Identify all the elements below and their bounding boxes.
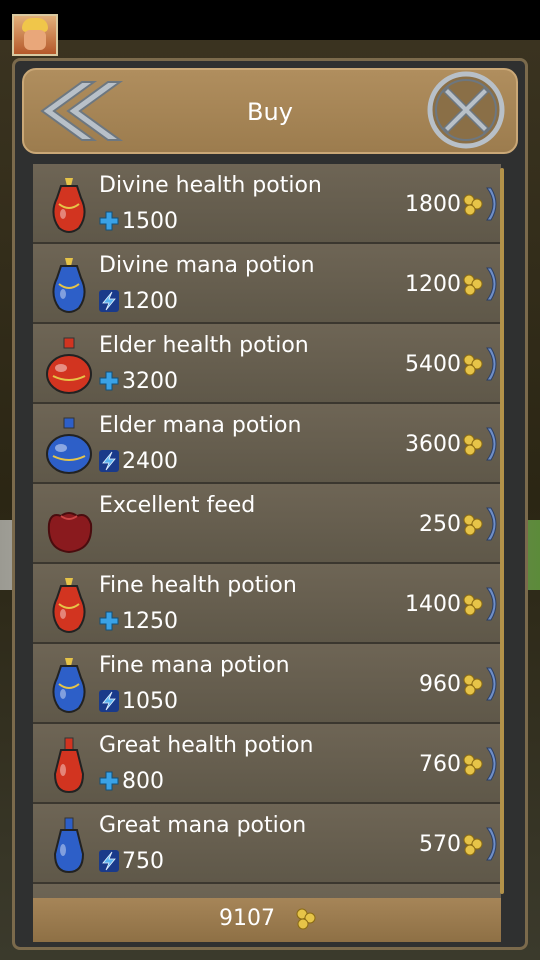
item-row[interactable]: Excellent feed 250 — [33, 484, 501, 564]
gold-coins-icon — [463, 754, 483, 776]
gold-coins-icon — [463, 354, 483, 376]
item-stat: 1050 — [99, 688, 178, 714]
scrollbar[interactable] — [500, 168, 504, 894]
item-stat: 3200 — [99, 368, 178, 394]
plus-icon — [99, 610, 119, 632]
item-row[interactable]: Great mana potion 750 570 — [33, 804, 501, 884]
chevron-right-icon — [485, 666, 499, 702]
lightning-icon — [99, 850, 119, 872]
item-row[interactable]: Fine health potion 1250 1400 — [33, 564, 501, 644]
gold-coins-icon — [463, 514, 483, 536]
item-stat-value: 1250 — [122, 608, 178, 634]
lightning-icon — [99, 450, 119, 472]
item-row[interactable]: Elder health potion 3200 5400 — [33, 324, 501, 404]
chevron-right-icon — [485, 266, 499, 302]
player-avatar[interactable] — [12, 14, 58, 56]
item-row[interactable]: Divine health potion 1500 1800 — [33, 164, 501, 244]
item-name: Elder health potion — [99, 333, 309, 358]
item-price: 1800 — [405, 192, 461, 217]
feed-bag-icon — [43, 494, 95, 556]
item-stat-value: 1500 — [122, 208, 178, 234]
item-name: Fine mana potion — [99, 653, 290, 678]
elder-mana-potion-icon — [43, 414, 95, 476]
gold-coins-icon — [463, 594, 483, 616]
item-stat: 1200 — [99, 288, 178, 314]
great-mana-potion-icon — [43, 814, 95, 876]
item-stat: 800 — [99, 768, 164, 794]
elder-health-potion-icon — [43, 334, 95, 396]
item-stat-value: 800 — [122, 768, 164, 794]
item-name: Excellent feed — [99, 493, 256, 518]
gold-footer: 9107 — [33, 898, 501, 942]
item-row[interactable]: Fine mana potion 1050 960 — [33, 644, 501, 724]
item-price: 760 — [419, 752, 461, 777]
chevron-right-icon — [485, 506, 499, 542]
lightning-icon — [99, 690, 119, 712]
item-row[interactable]: Elder mana potion 2400 3600 — [33, 404, 501, 484]
item-list[interactable]: Divine health potion 1500 1800 Divine mana … — [33, 164, 501, 898]
gold-coins-icon — [463, 834, 483, 856]
chevron-right-icon — [485, 586, 499, 622]
item-name: Fine health potion — [99, 573, 297, 598]
item-price: 1200 — [405, 272, 461, 297]
item-stat-value: 2400 — [122, 448, 178, 474]
item-name: Divine health potion — [99, 173, 322, 198]
item-name: Great mana potion — [99, 813, 307, 838]
fine-mana-potion-icon — [43, 654, 95, 716]
item-stat-value: 3200 — [122, 368, 178, 394]
gold-total: 9107 — [219, 906, 275, 931]
item-price: 3600 — [405, 432, 461, 457]
chevron-right-icon — [485, 746, 499, 782]
divine-health-potion-icon — [43, 174, 95, 236]
chevron-right-icon — [485, 186, 499, 222]
item-stat-value: 1050 — [122, 688, 178, 714]
gold-coins-icon — [463, 434, 483, 456]
item-price: 960 — [419, 672, 461, 697]
item-row-partial[interactable] — [33, 884, 501, 898]
item-row[interactable]: Great health potion 800 760 — [33, 724, 501, 804]
chevron-right-icon — [485, 826, 499, 862]
item-name: Divine mana potion — [99, 253, 315, 278]
item-price: 1400 — [405, 592, 461, 617]
item-stat: 2400 — [99, 448, 178, 474]
chevron-right-icon — [485, 426, 499, 462]
item-price: 250 — [419, 512, 461, 537]
item-price: 570 — [419, 832, 461, 857]
plus-icon — [99, 770, 119, 792]
great-health-potion-icon — [43, 734, 95, 796]
gold-coins-icon — [463, 674, 483, 696]
plus-icon — [99, 370, 119, 392]
item-name: Great health potion — [99, 733, 314, 758]
item-stat: 1500 — [99, 208, 178, 234]
item-stat-value: 750 — [122, 848, 164, 874]
item-stat: 750 — [99, 848, 164, 874]
plus-icon — [99, 210, 119, 232]
gold-coins-icon — [463, 274, 483, 296]
item-stat: 1250 — [99, 608, 178, 634]
item-name: Elder mana potion — [99, 413, 302, 438]
back-arrow-icon[interactable] — [34, 76, 124, 146]
fine-health-potion-icon — [43, 574, 95, 636]
close-icon[interactable] — [426, 70, 506, 150]
gold-coins-icon — [463, 194, 483, 216]
divine-mana-potion-icon — [43, 254, 95, 316]
item-stat-value: 1200 — [122, 288, 178, 314]
item-row[interactable]: Divine mana potion 1200 1200 — [33, 244, 501, 324]
gold-coins-icon — [296, 908, 316, 930]
chevron-right-icon — [485, 346, 499, 382]
lightning-icon — [99, 290, 119, 312]
item-price: 5400 — [405, 352, 461, 377]
